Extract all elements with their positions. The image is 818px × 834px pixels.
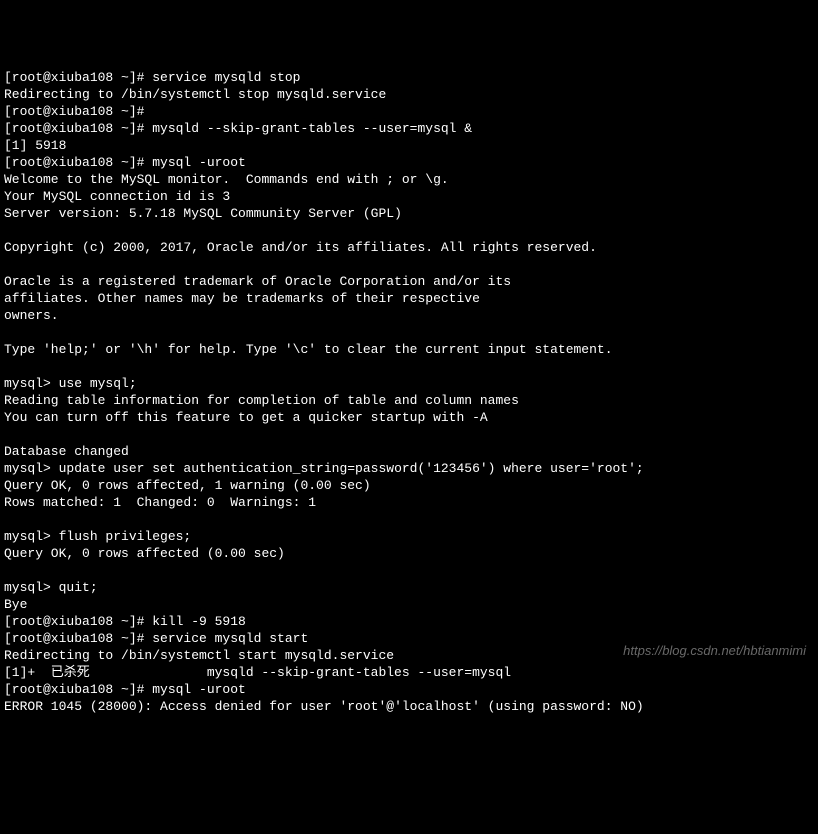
terminal-line: [1]+ 已杀死 mysqld --skip-grant-tables --us…	[4, 665, 814, 682]
terminal-line: Query OK, 0 rows affected (0.00 sec)	[4, 546, 814, 563]
terminal-line	[4, 257, 814, 274]
terminal-line: You can turn off this feature to get a q…	[4, 410, 814, 427]
terminal-line: [1] 5918	[4, 138, 814, 155]
terminal-line: Reading table information for completion…	[4, 393, 814, 410]
terminal-line: mysql> use mysql;	[4, 376, 814, 393]
terminal-line: Oracle is a registered trademark of Orac…	[4, 274, 814, 291]
terminal-line: Query OK, 0 rows affected, 1 warning (0.…	[4, 478, 814, 495]
terminal-line: mysql> update user set authentication_st…	[4, 461, 814, 478]
terminal-line: mysql> flush privileges;	[4, 529, 814, 546]
terminal-line: mysql> quit;	[4, 580, 814, 597]
terminal-line: Redirecting to /bin/systemctl stop mysql…	[4, 87, 814, 104]
terminal-line: Server version: 5.7.18 MySQL Community S…	[4, 206, 814, 223]
terminal-line: [root@xiuba108 ~]#	[4, 104, 814, 121]
terminal-line	[4, 223, 814, 240]
terminal-line	[4, 325, 814, 342]
terminal-line: Welcome to the MySQL monitor. Commands e…	[4, 172, 814, 189]
terminal-line: affiliates. Other names may be trademark…	[4, 291, 814, 308]
watermark-text: https://blog.csdn.net/hbtianmimi	[623, 643, 806, 660]
terminal-line	[4, 359, 814, 376]
terminal-line: [root@xiuba108 ~]# mysql -uroot	[4, 682, 814, 699]
terminal-line: Copyright (c) 2000, 2017, Oracle and/or …	[4, 240, 814, 257]
terminal-line: [root@xiuba108 ~]# mysql -uroot	[4, 155, 814, 172]
terminal-line: Bye	[4, 597, 814, 614]
terminal-line: ERROR 1045 (28000): Access denied for us…	[4, 699, 814, 716]
terminal-output: [root@xiuba108 ~]# service mysqld stopRe…	[4, 70, 814, 716]
terminal-line	[4, 427, 814, 444]
terminal-line: Rows matched: 1 Changed: 0 Warnings: 1	[4, 495, 814, 512]
terminal-line: Database changed	[4, 444, 814, 461]
terminal-line: [root@xiuba108 ~]# service mysqld stop	[4, 70, 814, 87]
terminal-line: Type 'help;' or '\h' for help. Type '\c'…	[4, 342, 814, 359]
terminal-line: Your MySQL connection id is 3	[4, 189, 814, 206]
terminal-line: [root@xiuba108 ~]# mysqld --skip-grant-t…	[4, 121, 814, 138]
terminal-line: owners.	[4, 308, 814, 325]
terminal-line	[4, 512, 814, 529]
terminal-line: [root@xiuba108 ~]# kill -9 5918	[4, 614, 814, 631]
terminal-line	[4, 563, 814, 580]
